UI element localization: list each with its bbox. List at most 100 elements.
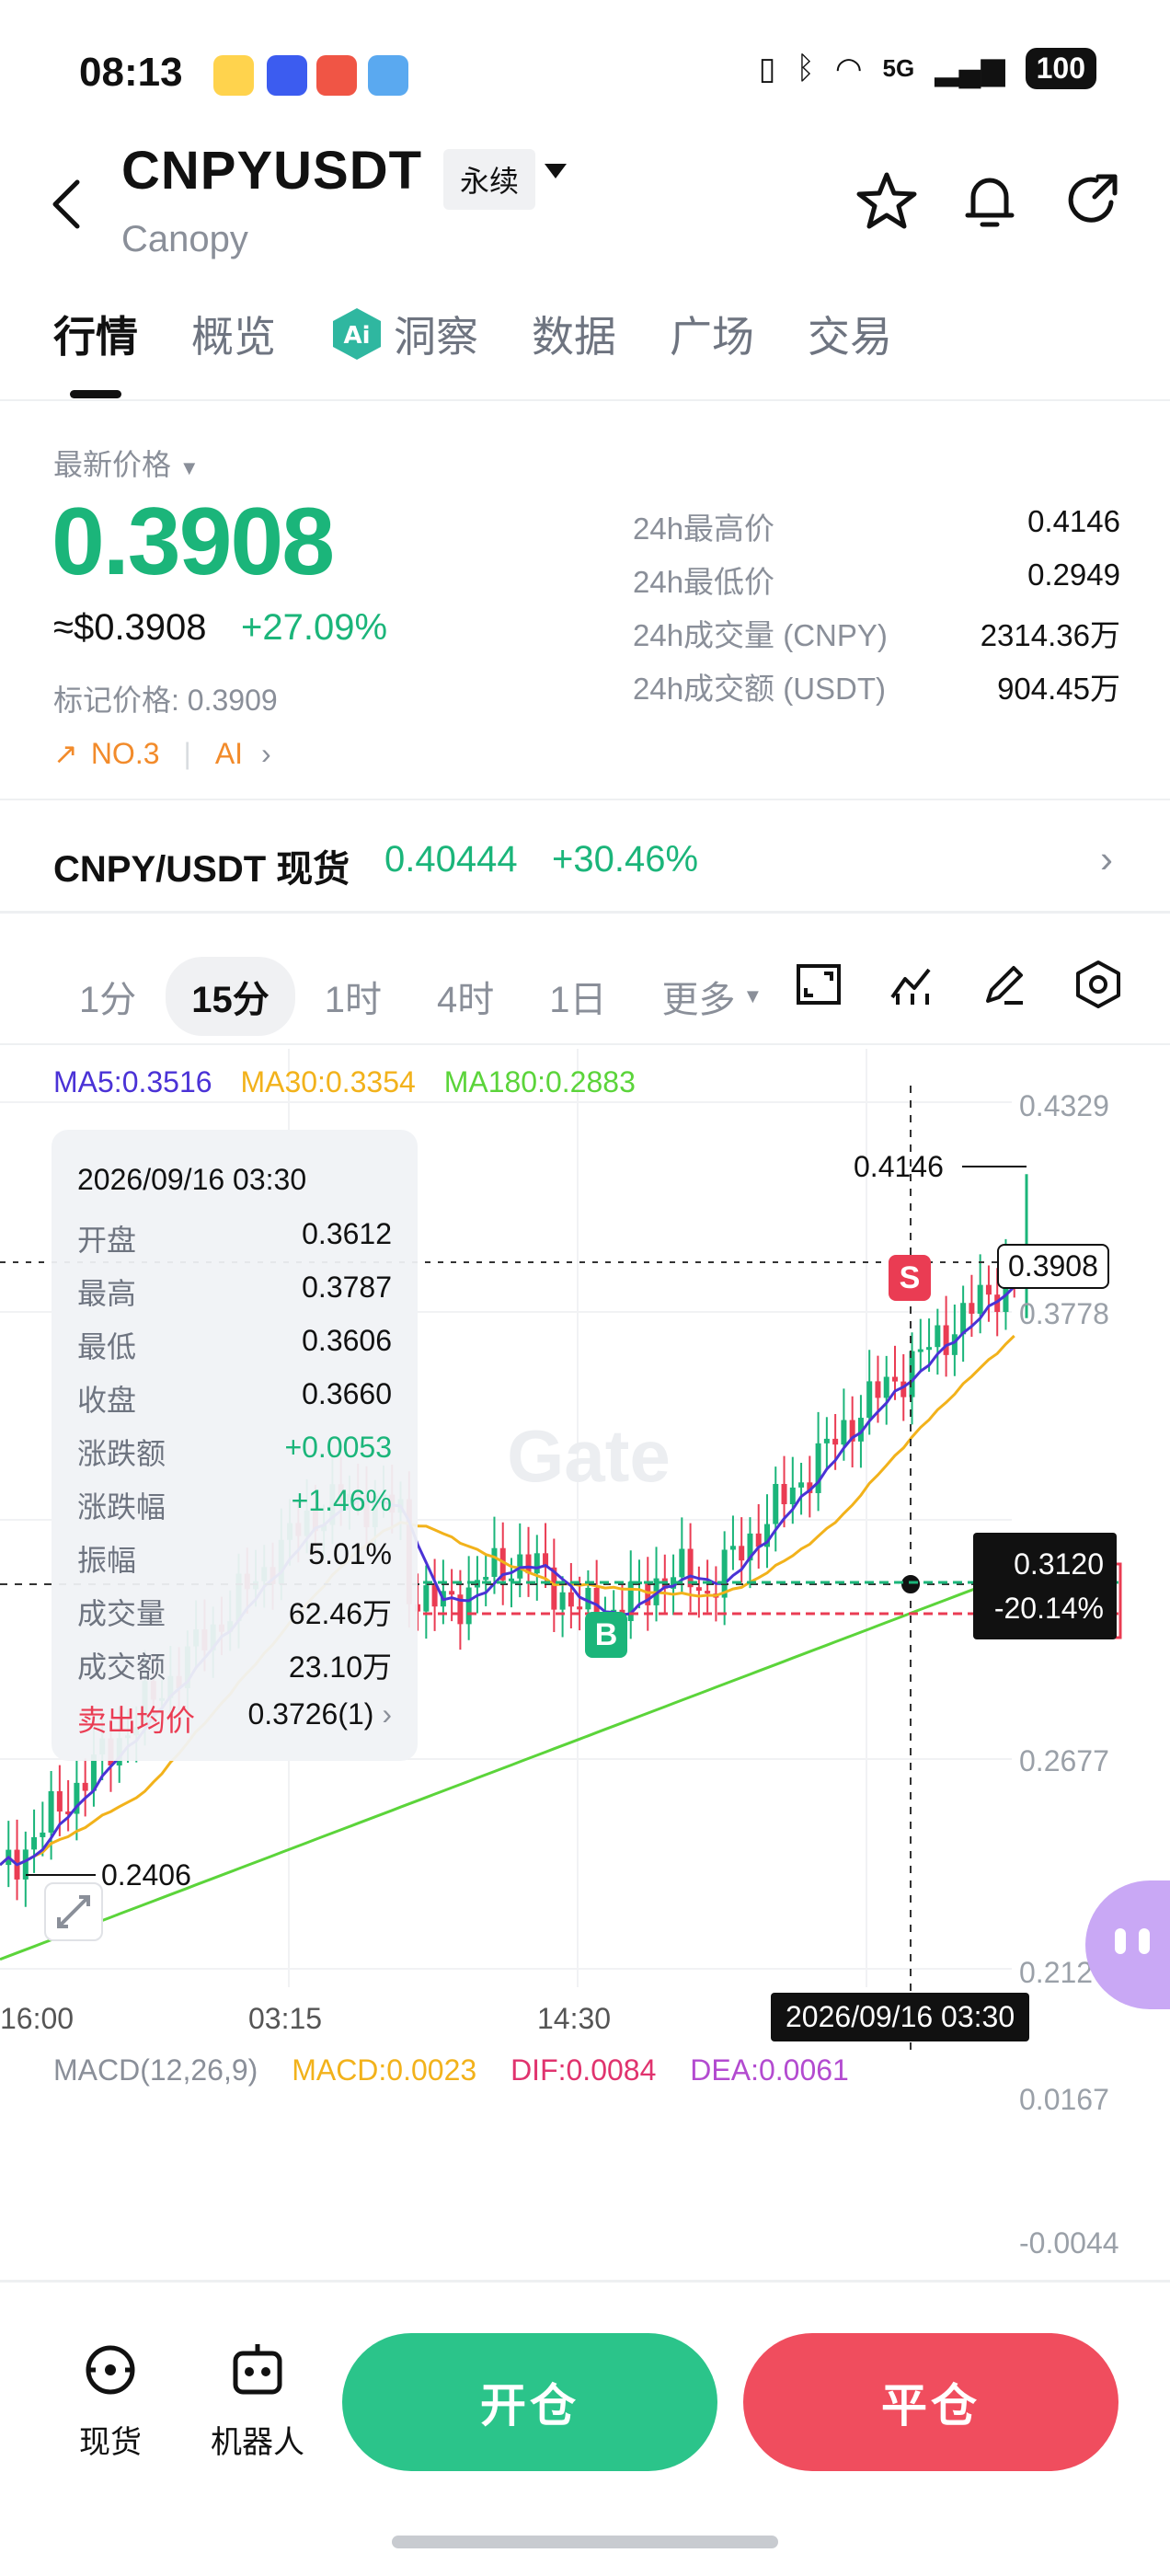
candle-body <box>729 1546 736 1550</box>
bot-nav-button[interactable]: 机器人 <box>202 2337 313 2462</box>
tab-overview[interactable]: 概览 <box>191 304 276 364</box>
macd-value: MACD:0.0023 <box>292 2053 477 2087</box>
candle-body <box>509 1578 514 1581</box>
stat-row: 24h成交额 (USDT) 904.45万 <box>633 664 1120 718</box>
symbol-dropdown-icon[interactable] <box>543 156 568 188</box>
tooltip-row: 振幅 5.01% <box>77 1537 392 1591</box>
indicator-icon[interactable] <box>885 957 940 1012</box>
alert-bell-icon[interactable] <box>957 167 1023 234</box>
candle-body <box>985 1284 992 1295</box>
sell-avg-row[interactable]: 卖出均价 0.3726(1) › <box>77 1697 392 1751</box>
timeframe-1h[interactable]: 1时 <box>325 970 382 1023</box>
robot-icon <box>233 2344 282 2395</box>
game-app-icon <box>316 55 357 96</box>
macd-legend: MACD(12,26,9) MACD:0.0023 DIF:0.0084 DEA… <box>53 2053 849 2087</box>
tooltip-key: 振幅 <box>77 1544 137 1577</box>
sell-avg-value: 0.3726(1) <box>247 1697 374 1731</box>
candle-body <box>568 1592 574 1607</box>
spot-change: +30.46% <box>552 839 699 880</box>
crosshair-price: 0.3120 <box>1014 1547 1104 1581</box>
svg-text:Ai: Ai <box>343 322 370 350</box>
tooltip-value: 62.46万 <box>288 1597 392 1630</box>
candle-body <box>969 1303 975 1314</box>
timeframe-1d[interactable]: 1日 <box>549 970 606 1023</box>
signal-icon: ▂▄▆ <box>935 51 1005 86</box>
stat-value: 2314.36万 <box>980 618 1120 652</box>
latest-price-label[interactable]: 最新价格 ▼ <box>53 442 200 484</box>
spot-chevron-icon[interactable]: › <box>1100 837 1113 881</box>
timeframe-more[interactable]: 更多 ▼ <box>662 970 763 1023</box>
candle-body <box>773 1484 779 1524</box>
tooltip-row: 最高 0.3787 <box>77 1271 392 1324</box>
candle-body <box>977 1284 983 1314</box>
back-button[interactable] <box>48 175 85 247</box>
open-position-button[interactable]: 开仓 <box>342 2333 717 2471</box>
share-icon[interactable] <box>1060 167 1126 234</box>
spot-pair-label[interactable]: CNPY/USDT 现货 <box>53 839 350 892</box>
x-tick: 16:00 <box>0 2002 75 2035</box>
timeframe-15m[interactable]: 15分 <box>166 957 295 1036</box>
tooltip-value: 5.01% <box>308 1537 392 1570</box>
draw-pencil-icon[interactable] <box>977 957 1032 1012</box>
fullscreen-chart-icon[interactable] <box>791 957 846 1012</box>
tooltip-value: 0.3787 <box>302 1271 392 1304</box>
qq-app-icon <box>213 55 254 96</box>
stat-value: 0.2949 <box>1027 558 1120 592</box>
caret-down-icon: ▼ <box>742 984 763 1007</box>
tab-square[interactable]: 广场 <box>670 304 754 364</box>
contract-type-badge[interactable]: 永续 <box>443 149 536 210</box>
candle-body <box>823 1438 830 1443</box>
coin-name: Canopy <box>121 219 248 259</box>
tooltip-key: 最低 <box>77 1330 137 1363</box>
favorite-star-icon[interactable] <box>854 167 920 234</box>
stats-panel: 24h最高价 0.4146 24h最低价 0.2949 24h成交量 (CNPY) 2… <box>633 504 1120 718</box>
rank-row[interactable]: ↗ NO.3 | AI › <box>53 736 271 771</box>
stat-key: 24h成交额 (USDT) <box>633 672 887 706</box>
ai-label: AI <box>214 736 244 770</box>
candle-body <box>483 1576 489 1581</box>
y-tick: 0.2677 <box>1019 1744 1109 1777</box>
symbol-title[interactable]: CNPYUSDT <box>121 140 422 201</box>
tab-market[interactable]: 行情 <box>53 304 138 364</box>
tab-insight[interactable]: Ai 洞察 <box>329 304 478 364</box>
tieba-app-icon <box>267 55 307 96</box>
divider <box>0 2280 1170 2283</box>
ma-legend: MA5:0.3516 MA30:0.3354 MA180:0.2883 <box>53 1065 636 1099</box>
sell-marker[interactable]: S <box>889 1255 931 1301</box>
spot-nav-button[interactable]: 现货 <box>55 2337 166 2462</box>
chart-settings-icon[interactable] <box>1071 957 1126 1012</box>
price-change-pct: +27.09% <box>241 607 388 648</box>
high-label: 0.4146 <box>854 1150 944 1183</box>
candle-body <box>533 1553 540 1574</box>
tooltip-value: +0.0053 <box>284 1431 392 1464</box>
candle-body <box>951 1334 958 1355</box>
stat-key: 24h最高价 <box>633 512 775 546</box>
candle-body <box>798 1482 805 1488</box>
tooltip-key: 收盘 <box>77 1384 137 1417</box>
timeframe-4h[interactable]: 4时 <box>437 970 494 1023</box>
weather-app-icon <box>368 55 408 96</box>
timeframe-1m[interactable]: 1分 <box>79 970 136 1023</box>
tooltip-value: +1.46% <box>291 1484 392 1517</box>
tooltip-date: 2026/09/16 03:30 <box>77 1163 307 1196</box>
candle-body <box>789 1487 796 1505</box>
tooltip-key: 涨跌额 <box>77 1437 166 1470</box>
timeframe-more-label: 更多 <box>661 980 736 1020</box>
tooltip-key: 成交额 <box>77 1650 166 1684</box>
tab-insight-label: 洞察 <box>394 313 478 361</box>
last-price: 0.3908 <box>52 489 335 595</box>
spot-icon <box>86 2345 135 2395</box>
candle-body <box>585 1587 591 1610</box>
tab-trade[interactable]: 交易 <box>808 304 892 364</box>
tab-data[interactable]: 数据 <box>532 304 616 364</box>
ma30-legend: MA30:0.3354 <box>240 1065 416 1098</box>
buy-marker[interactable]: B <box>585 1612 627 1658</box>
expand-chart-icon[interactable] <box>44 1882 103 1941</box>
candle-body <box>31 1836 38 1850</box>
timeframe-bar: 1分 15分 1时 4时 1日 更多 ▼ <box>79 957 818 1036</box>
candle-body <box>56 1790 63 1812</box>
home-indicator <box>392 2536 778 2548</box>
candle-body <box>917 1349 923 1352</box>
close-position-button[interactable]: 平仓 <box>743 2333 1118 2471</box>
stat-row: 24h成交量 (CNPY) 2314.36万 <box>633 611 1120 664</box>
